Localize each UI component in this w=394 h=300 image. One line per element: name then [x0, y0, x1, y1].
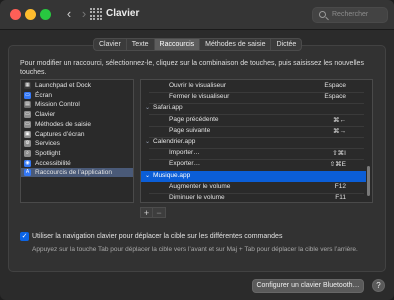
category-item[interactable]: ▭ Écran: [21, 91, 133, 100]
shortcut-row[interactable]: Exporter… ⇧⌘E: [141, 159, 366, 170]
services-icon: ⚙: [24, 140, 31, 148]
search-field[interactable]: Rechercher: [312, 7, 388, 23]
category-item[interactable]: ▣ Captures d’écran: [21, 130, 133, 139]
app-group-row[interactable]: ⌄ Musique.app: [141, 170, 366, 182]
titlebar: ‹ › Clavier Rechercher: [0, 0, 394, 30]
mission-control-icon: ▤: [24, 101, 31, 109]
tab-methodes-de-saisie[interactable]: Méthodes de saisie: [200, 39, 272, 50]
shortcut-category-list[interactable]: ▦ Launchpad et Dock ▭ Écran ▤ Mission Control…: [20, 79, 134, 203]
shortcut-keys[interactable]: ⌘→: [333, 127, 346, 135]
disclosure-chevron-icon[interactable]: ⌄: [145, 104, 150, 111]
shortcut-row[interactable]: Page suivante ⌘→: [141, 126, 366, 137]
category-item[interactable]: ▭ Méthodes de saisie: [21, 120, 133, 129]
shortcut-name: Fermer le visualiseur: [169, 93, 230, 101]
shortcut-keys[interactable]: Espace: [324, 93, 346, 100]
spotlight-icon: ⌕: [24, 149, 31, 157]
category-label: Spotlight: [35, 149, 61, 157]
shortcut-keys[interactable]: ⇧⌘E: [330, 160, 346, 168]
setup-bluetooth-keyboard-button[interactable]: Configurer un clavier Bluetooth…: [252, 279, 364, 293]
shortcut-row[interactable]: Ouvrir le visualiseur Espace: [141, 81, 366, 92]
shortcut-name: Diminuer le volume: [169, 194, 225, 201]
category-label: Captures d’écran: [35, 130, 85, 138]
app-name: Musique.app: [153, 171, 191, 179]
category-label: Launchpad et Dock: [35, 82, 92, 89]
shortcut-name: Ouvrir le visualiseur: [169, 82, 227, 89]
remove-shortcut-button[interactable]: −: [153, 207, 166, 218]
app-group-row[interactable]: ⌄ Calendrier.app: [141, 137, 366, 148]
category-label: Clavier: [35, 111, 56, 119]
category-item[interactable]: ⌕ Spotlight: [21, 149, 133, 158]
add-remove-bar: + −: [140, 207, 166, 218]
category-label: Raccourcis de l’application: [35, 169, 112, 177]
tab-bar: Clavier Texte Raccourcis Méthodes de sai…: [93, 38, 303, 51]
app-group-row[interactable]: ⌄ Safari.app: [141, 103, 366, 114]
app-shortcuts-icon: A: [24, 169, 31, 177]
preferences-window: ‹ › Clavier Rechercher Clavier Texte Rac…: [0, 0, 394, 300]
help-button[interactable]: ?: [372, 279, 385, 292]
shortcut-keys[interactable]: F11: [335, 194, 346, 201]
shortcut-row[interactable]: Importer… ⇧⌘I: [141, 148, 366, 159]
category-item[interactable]: ◉ Accessibilité: [21, 159, 133, 168]
category-label: Méthodes de saisie: [35, 120, 92, 128]
shortcut-list[interactable]: Ouvrir le visualiseur Espace Fermer le vis…: [140, 79, 373, 203]
keyboard-navigation-label: Utiliser la navigation clavier pour dépl…: [32, 233, 283, 240]
keyboard-navigation-checkbox[interactable]: ✓: [20, 232, 29, 241]
category-label: Services: [35, 140, 60, 148]
minimize-window-button[interactable]: [25, 9, 36, 20]
show-all-grid-icon[interactable]: [90, 8, 102, 20]
display-icon: ▭: [24, 91, 31, 99]
category-item[interactable]: ▦ Launchpad et Dock: [21, 81, 133, 90]
shortcut-row[interactable]: Diminuer le volume F11: [141, 193, 366, 202]
keyboard-icon: ▭: [24, 111, 31, 119]
category-label: Accessibilité: [35, 159, 71, 167]
shortcut-name: Page précédente: [169, 115, 219, 123]
shortcut-name: Page suivante: [169, 126, 211, 134]
category-item[interactable]: A Raccourcis de l’application: [21, 168, 133, 178]
shortcut-name: Exporter…: [169, 160, 201, 168]
tab-clavier[interactable]: Clavier: [94, 39, 127, 50]
forward-chevron-icon[interactable]: ›: [77, 6, 91, 22]
zoom-window-button[interactable]: [40, 9, 51, 20]
category-item[interactable]: ⚙ Services: [21, 139, 133, 148]
tab-dictee[interactable]: Dictée: [271, 39, 301, 50]
shortcut-keys[interactable]: ⌘←: [333, 116, 346, 124]
shortcut-keys[interactable]: ⇧⌘I: [332, 149, 346, 157]
disclosure-chevron-icon[interactable]: ⌄: [145, 172, 150, 179]
close-window-button[interactable]: [10, 9, 21, 20]
category-label: Écran: [35, 91, 52, 99]
screenshot-icon: ▣: [24, 130, 31, 138]
instructions-text: Pour modifier un raccourci, sélectionnez…: [20, 60, 364, 76]
tab-raccourcis[interactable]: Raccourcis: [154, 39, 201, 50]
back-chevron-icon[interactable]: ‹: [62, 6, 76, 22]
shortcut-row[interactable]: Augmenter le volume F12: [141, 182, 366, 193]
search-icon: [319, 11, 326, 18]
shortcut-name: Augmenter le volume: [169, 182, 231, 190]
search-placeholder: Rechercher: [332, 11, 369, 18]
input-sources-icon: ▭: [24, 120, 31, 128]
accessibility-icon: ◉: [24, 159, 31, 167]
keyboard-navigation-note: Appuyez sur la touche Tab pour déplacer …: [32, 246, 358, 253]
category-item[interactable]: ▭ Clavier: [21, 110, 133, 119]
scrollbar[interactable]: [367, 166, 370, 196]
shortcut-keys[interactable]: F12: [335, 183, 346, 190]
category-item[interactable]: ▤ Mission Control: [21, 100, 133, 109]
shortcut-row[interactable]: Fermer le visualiseur Espace: [141, 92, 366, 103]
app-name: Calendrier.app: [153, 138, 196, 145]
shortcut-row[interactable]: Page précédente ⌘←: [141, 115, 366, 126]
shortcut-name: Importer…: [169, 149, 200, 157]
window-title: Clavier: [106, 8, 140, 19]
shortcut-keys[interactable]: Espace: [324, 82, 346, 89]
launchpad-icon: ▦: [24, 82, 31, 89]
category-label: Mission Control: [35, 101, 80, 109]
disclosure-chevron-icon[interactable]: ⌄: [145, 138, 150, 145]
app-name: Safari.app: [153, 104, 183, 112]
add-shortcut-button[interactable]: +: [140, 207, 153, 218]
tab-texte[interactable]: Texte: [127, 39, 155, 50]
